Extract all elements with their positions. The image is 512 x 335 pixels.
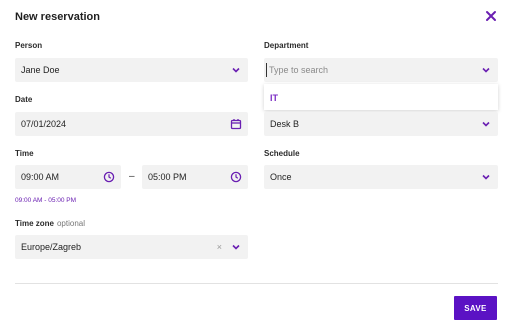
date-label: Date [15, 95, 33, 104]
schedule-label: Schedule [264, 149, 300, 158]
department-search-input[interactable] [266, 63, 480, 77]
department-dropdown [264, 84, 498, 110]
schedule-value: Once [270, 172, 292, 182]
person-select[interactable]: Jane Doe [15, 58, 248, 82]
clock-icon[interactable] [103, 171, 115, 183]
close-icon[interactable] [484, 9, 498, 23]
time-range-hint: 09:00 AM - 05:00 PM [15, 197, 77, 204]
end-time-input[interactable]: 05:00 PM [142, 165, 248, 189]
desk-select[interactable]: Desk B [264, 112, 498, 136]
person-label: Person [15, 41, 43, 50]
dialog-title: New reservation [15, 11, 100, 23]
footer-divider [15, 283, 498, 284]
clock-icon[interactable] [230, 171, 242, 183]
start-time-value: 09:00 AM [21, 172, 60, 182]
timezone-select[interactable]: Europe/Zagreb × [15, 235, 248, 259]
end-time-value: 05:00 PM [148, 172, 187, 182]
time-separator: – [129, 171, 135, 182]
schedule-select[interactable]: Once [264, 165, 498, 189]
chevron-down-icon [230, 64, 242, 76]
calendar-icon[interactable] [230, 118, 242, 130]
date-input[interactable]: 07/01/2024 [15, 112, 248, 136]
start-time-input[interactable]: 09:00 AM [15, 165, 121, 189]
timezone-label-text: Time zone [15, 219, 54, 228]
department-option[interactable]: IT [270, 93, 278, 103]
timezone-label: Time zone optional [15, 219, 85, 228]
save-button[interactable]: SAVE [454, 296, 497, 320]
person-value: Jane Doe [21, 65, 60, 75]
department-select[interactable] [264, 58, 498, 82]
chevron-down-icon [480, 171, 492, 183]
clear-icon[interactable]: × [217, 242, 222, 252]
chevron-down-icon[interactable] [480, 64, 492, 76]
time-label: Time [15, 149, 34, 158]
optional-tag: optional [56, 219, 86, 228]
chevron-down-icon [480, 118, 492, 130]
desk-value: Desk B [270, 119, 300, 129]
chevron-down-icon[interactable] [230, 241, 242, 253]
department-label: Department [264, 41, 309, 50]
timezone-value: Europe/Zagreb [21, 242, 82, 252]
date-value: 07/01/2024 [21, 119, 67, 129]
